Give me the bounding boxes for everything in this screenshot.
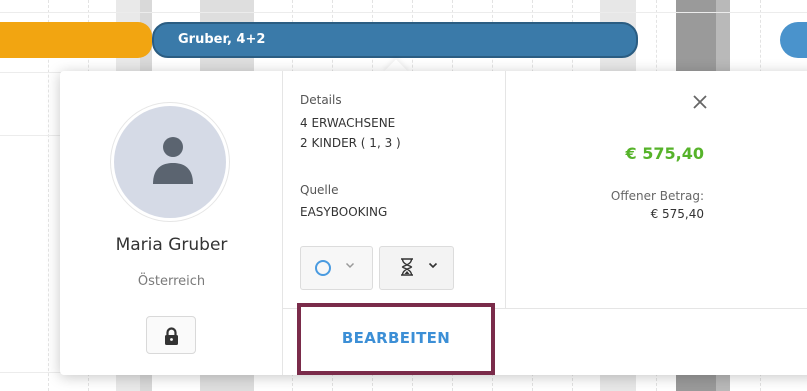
reservation-bar-previous[interactable] (0, 22, 152, 58)
details-label: Details (300, 93, 342, 107)
reservation-bar-gruber[interactable]: Gruber, 4+2 (152, 22, 638, 58)
open-amount-value: € 575,40 (650, 207, 704, 221)
lock-button[interactable] (146, 316, 196, 354)
open-amount-label: Offener Betrag: (610, 189, 704, 203)
reservation-bar-label: Gruber, 4+2 (178, 32, 266, 47)
chevron-down-icon (428, 262, 438, 269)
lock-icon (165, 327, 178, 345)
popover-footer: BEARBEITEN (283, 303, 807, 375)
source-value: EASYBOOKING (300, 205, 388, 219)
chevron-down-icon (345, 262, 355, 269)
details-panel: Details 4 ERWACHSENE 2 KINDER ( 1, 3 ) Q… (283, 71, 506, 308)
source-label: Quelle (300, 183, 339, 197)
guest-name: Maria Gruber (115, 235, 228, 255)
calendar-day-line (48, 0, 49, 391)
person-icon (153, 137, 193, 184)
edit-button-label: BEARBEITEN (341, 329, 451, 347)
guest-country: Österreich (137, 274, 206, 289)
edit-button[interactable]: BEARBEITEN (297, 303, 495, 375)
adults-count: 4 ERWACHSENE (300, 116, 396, 130)
total-price: € 575,40 (625, 144, 704, 163)
avatar (111, 103, 229, 221)
close-icon[interactable] (689, 91, 711, 113)
hourglass-icon (401, 258, 413, 276)
reservation-popover: Maria Gruber Österreich Details 4 ERWACH… (60, 71, 807, 375)
calendar-row-line (0, 12, 807, 13)
circle-icon (315, 260, 331, 276)
hourglass-dropdown[interactable] (379, 246, 454, 290)
guest-panel: Maria Gruber Österreich (60, 71, 283, 375)
children-count: 2 KINDER ( 1, 3 ) (300, 136, 401, 150)
reservation-bar-next[interactable] (780, 22, 807, 58)
price-panel: € 575,40 Offener Betrag: € 575,40 (506, 71, 807, 308)
status-dropdown[interactable] (300, 246, 373, 290)
